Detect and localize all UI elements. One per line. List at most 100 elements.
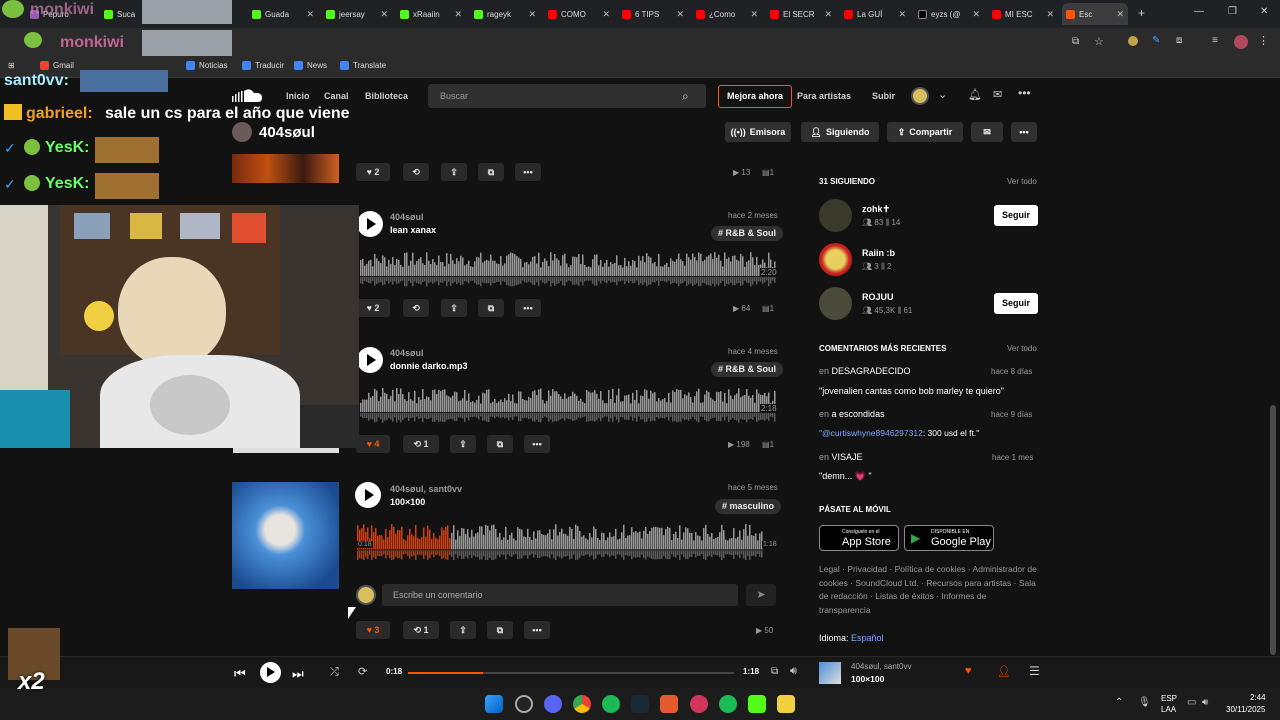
clock-time[interactable]: 2:44 — [1250, 693, 1266, 702]
comment-mention[interactable]: "@curtiswhyne8946297312 — [819, 428, 923, 438]
follow-user-icon[interactable]: 👤︎ — [997, 665, 1011, 678]
genre-tag[interactable]: # R&B & Soul — [711, 226, 784, 241]
footer-links[interactable]: Legal · Privacidad · Política de cookies… — [819, 563, 1039, 617]
share-button[interactable]: ⇪ Compartir — [887, 122, 963, 142]
follow-button[interactable]: Seguir — [994, 293, 1038, 314]
track-title[interactable]: 100×100 — [390, 497, 425, 507]
browser-tab[interactable]: ¿Como ✕ — [696, 3, 762, 25]
message-button[interactable]: ✉ — [971, 122, 1003, 142]
chevron-up-icon[interactable]: ⌃ — [1115, 697, 1123, 708]
copy-link-button[interactable]: ⧉ — [478, 163, 504, 181]
share-button[interactable]: ⇪ — [450, 435, 476, 453]
extension-icon[interactable] — [1128, 36, 1138, 46]
repost-button[interactable]: ⟲ 1 — [403, 621, 439, 639]
upgrade-button[interactable]: Mejora ahora — [718, 85, 792, 108]
close-icon[interactable]: ✕ — [1116, 9, 1124, 20]
waveform[interactable] — [360, 248, 776, 288]
copy-link-button[interactable]: ⧉ — [487, 621, 513, 639]
close-icon[interactable]: ✕ — [676, 9, 684, 20]
volume-icon[interactable]: 🔊︎ — [1202, 697, 1208, 708]
install-app-icon[interactable]: ⧉ — [1072, 36, 1079, 47]
repost-button[interactable]: ⟲ 1 — [403, 435, 439, 453]
now-playing-artist[interactable]: 404søul, sant0vv — [851, 662, 911, 671]
maximize-icon[interactable]: ❐ — [1228, 6, 1237, 17]
queue-icon[interactable]: ☰ — [1029, 664, 1040, 678]
close-icon[interactable]: ✕ — [972, 9, 980, 20]
monitor-icon[interactable]: ▭ — [1187, 697, 1196, 708]
browser-tab[interactable]: COMO ✕ — [548, 3, 614, 25]
user-avatar[interactable] — [819, 243, 852, 276]
media-icon[interactable]: ≡ — [1212, 35, 1218, 46]
comment-track-link[interactable]: DESAGRADECIDO — [832, 366, 911, 376]
close-icon[interactable]: ✕ — [750, 9, 758, 20]
now-playing-title[interactable]: 100×100 — [851, 674, 884, 684]
waveform[interactable] — [360, 384, 776, 424]
chevron-down-icon[interactable]: ⌄ — [938, 88, 947, 101]
comment-track-link[interactable]: a escondidas — [832, 409, 885, 419]
track-title[interactable]: lean xanax — [390, 225, 436, 235]
new-tab-icon[interactable]: + — [1138, 6, 1145, 20]
heart-icon[interactable]: ♥ — [965, 665, 972, 677]
spotify-icon[interactable] — [602, 695, 620, 713]
language-link[interactable]: Español — [851, 633, 884, 643]
play-button[interactable] — [357, 347, 383, 373]
follow-button[interactable]: Seguir — [994, 205, 1038, 226]
browser-tab[interactable]: eyzs (@ ✕ — [918, 3, 984, 25]
shuffle-icon[interactable]: ⤮ — [330, 666, 339, 679]
browser-tab[interactable]: 6 TIPS ✕ — [622, 3, 688, 25]
app-store-badge[interactable]: Consíguelo en el App Store — [819, 525, 899, 551]
previous-icon[interactable]: ⏮ — [234, 666, 246, 682]
comment-track-link[interactable]: VISAJE — [832, 452, 863, 462]
repost-button[interactable]: ⟲ — [403, 163, 429, 181]
track-artwork[interactable] — [232, 482, 339, 589]
play-pause-button[interactable] — [260, 662, 281, 683]
browser-tab-active[interactable]: Esc ✕ — [1062, 3, 1128, 25]
repost-button[interactable]: ⟲ — [403, 299, 429, 317]
user-avatar[interactable] — [819, 287, 852, 320]
comment-input[interactable]: Escribe un comentario — [382, 584, 738, 606]
app-icon[interactable] — [660, 695, 678, 713]
next-icon[interactable]: ⏭ — [292, 666, 304, 682]
track-artist[interactable]: 404søul — [390, 348, 424, 358]
share-button[interactable]: ⇪ — [441, 299, 467, 317]
copy-link-button[interactable]: ⧉ — [478, 299, 504, 317]
spotify-icon[interactable] — [719, 695, 737, 713]
browser-tab[interactable]: MI ESC ✕ — [992, 3, 1058, 25]
following-button[interactable]: 👤︎ Siguiendo — [801, 122, 879, 142]
following-name[interactable]: ROJUU — [862, 292, 894, 302]
like-button-liked[interactable]: ♥ 3 — [356, 621, 390, 639]
chrome-icon[interactable] — [573, 695, 591, 713]
microphone-icon[interactable]: 🎙︎ — [1138, 697, 1151, 708]
close-icon[interactable]: ✕ — [602, 9, 610, 20]
user-avatar[interactable] — [819, 199, 852, 232]
browser-tab[interactable]: La GUÍ ✕ — [844, 3, 910, 25]
share-button[interactable]: ⇪ — [450, 621, 476, 639]
language-indicator[interactable]: ESP — [1161, 694, 1177, 703]
close-icon[interactable]: ✕ — [380, 9, 388, 20]
play-button[interactable] — [357, 211, 383, 237]
browser-tab[interactable]: El SECR ✕ — [770, 3, 836, 25]
close-icon[interactable]: ✕ — [824, 9, 832, 20]
for-artists-link[interactable]: Para artistas — [797, 91, 851, 101]
like-button-liked[interactable]: ♥ 4 — [356, 435, 390, 453]
nav-biblioteca[interactable]: Biblioteca — [365, 91, 408, 101]
play-button[interactable] — [355, 482, 381, 508]
genre-tag[interactable]: # masculino — [715, 499, 782, 514]
more-icon[interactable]: ••• — [1018, 86, 1031, 100]
more-button[interactable]: ••• — [524, 621, 550, 639]
more-button[interactable]: ••• — [524, 435, 550, 453]
view-all-link[interactable]: Ver todo — [1007, 177, 1037, 186]
search-input[interactable]: Buscar ⌕ — [428, 84, 706, 108]
app-icon[interactable] — [515, 695, 533, 713]
bell-icon[interactable]: 🔔︎ — [968, 88, 982, 101]
close-icon[interactable]: ✕ — [528, 9, 536, 20]
more-button[interactable]: ••• — [1011, 122, 1037, 142]
windows-start-icon[interactable] — [485, 695, 503, 713]
google-play-badge[interactable]: ▶ DISPONIBLE EN Google Play — [904, 525, 994, 551]
track-artist[interactable]: 404søul, sant0vv — [390, 484, 462, 494]
station-button[interactable]: ((•)) Emisora — [725, 122, 791, 142]
progress-bar[interactable] — [408, 672, 734, 674]
track-artist[interactable]: 404søul — [390, 212, 424, 222]
following-name[interactable]: zohk✝ — [862, 204, 890, 215]
extension-icon[interactable]: ✎ — [1152, 35, 1160, 46]
